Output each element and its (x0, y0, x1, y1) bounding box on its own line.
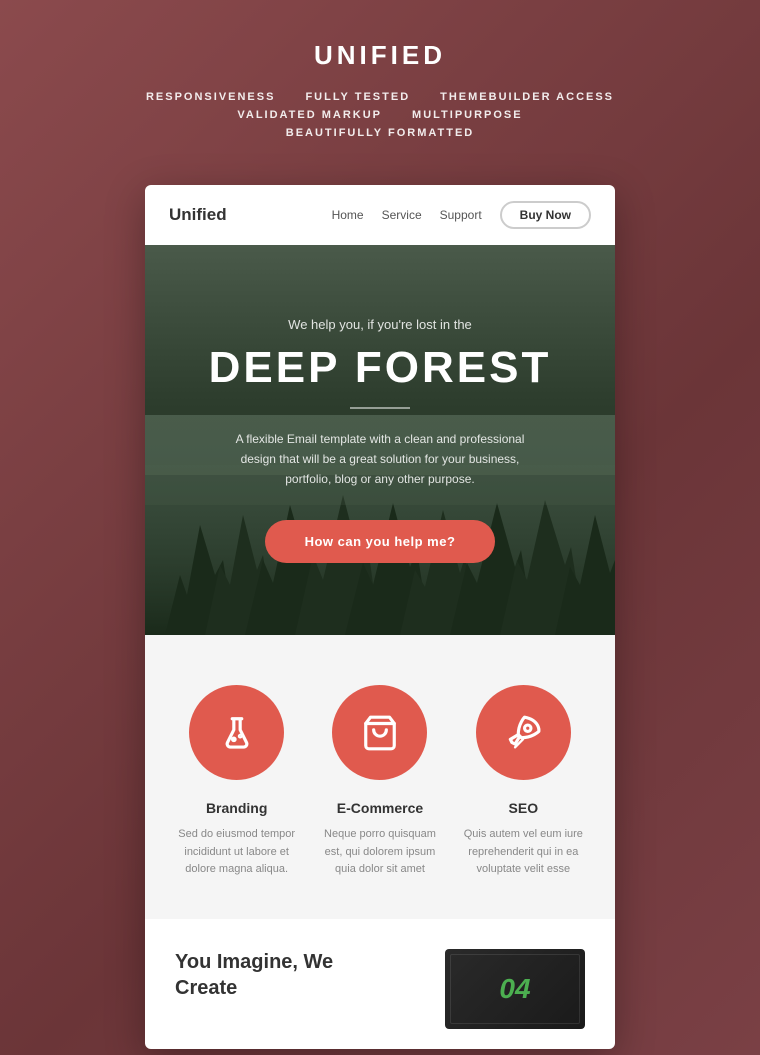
bottom-heading: You Imagine, We Create (175, 949, 425, 1001)
hero-subtitle: We help you, if you're lost in the (209, 317, 552, 332)
hero-title: DEEP FOREST (209, 344, 552, 392)
tag-multipurpose: MULTIPURPOSE (412, 109, 523, 121)
seo-icon-circle (476, 685, 571, 780)
nav-links: Home Service Support Buy Now (332, 201, 591, 229)
service-seo: SEO Quis autem vel eum iure reprehenderi… (462, 685, 585, 879)
hero-content: We help you, if you're lost in the DEEP … (169, 317, 592, 563)
header-section: UNIFIED RESPONSIVENESS FULLY TESTED THEM… (0, 0, 760, 175)
nav-home[interactable]: Home (332, 208, 364, 222)
hero-divider (350, 407, 410, 409)
tag-themebuilder: THEMEBUILDER ACCESS (440, 91, 614, 103)
bottom-text: You Imagine, We Create (175, 949, 425, 1001)
branding-title: Branding (175, 800, 298, 816)
flask-icon (218, 714, 256, 752)
seo-desc: Quis autem vel eum iure reprehenderit qu… (462, 826, 585, 879)
branding-icon-circle (189, 685, 284, 780)
main-card: Unified Home Service Support Buy Now (145, 185, 615, 1049)
ecommerce-icon-circle (332, 685, 427, 780)
tags-row: RESPONSIVENESS FULLY TESTED THEMEBUILDER… (20, 91, 740, 103)
shopping-bag-icon (361, 714, 399, 752)
bottom-section: You Imagine, We Create 04 (145, 919, 615, 1049)
bottom-heading-line2: Create (175, 977, 237, 999)
main-title: UNIFIED (20, 40, 740, 71)
ecommerce-title: E-Commerce (318, 800, 441, 816)
service-ecommerce: E-Commerce Neque porro quisquam est, qui… (318, 685, 441, 879)
hero-cta-button[interactable]: How can you help me? (265, 520, 496, 563)
seo-title: SEO (462, 800, 585, 816)
hero-description: A flexible Email template with a clean a… (220, 429, 540, 490)
tag-validated: VALIDATED MARKUP (237, 109, 382, 121)
nav-support[interactable]: Support (440, 208, 482, 222)
tag-fully-tested: FULLY TESTED (305, 91, 410, 103)
tags-row-3: BEAUTIFULLY FORMATTED (20, 127, 740, 139)
branding-desc: Sed do eiusmod tempor incididunt ut labo… (175, 826, 298, 879)
bottom-heading-line1: You Imagine, We (175, 951, 333, 973)
card-logo: Unified (169, 205, 227, 225)
services-section: Branding Sed do eiusmod tempor incididun… (145, 635, 615, 919)
buy-now-button[interactable]: Buy Now (500, 201, 591, 229)
ecommerce-desc: Neque porro quisquam est, qui dolorem ip… (318, 826, 441, 879)
bottom-image-number: 04 (499, 973, 530, 1005)
rocket-icon (504, 714, 542, 752)
tags-row-2: VALIDATED MARKUP MULTIPURPOSE (20, 109, 740, 121)
tag-responsiveness: RESPONSIVENESS (146, 91, 275, 103)
service-branding: Branding Sed do eiusmod tempor incididun… (175, 685, 298, 879)
card-nav: Unified Home Service Support Buy Now (145, 185, 615, 245)
bottom-image: 04 (445, 949, 585, 1029)
nav-service[interactable]: Service (382, 208, 422, 222)
services-grid: Branding Sed do eiusmod tempor incididun… (175, 685, 585, 879)
tag-beautifully: BEAUTIFULLY FORMATTED (286, 127, 474, 139)
hero-section: We help you, if you're lost in the DEEP … (145, 245, 615, 635)
